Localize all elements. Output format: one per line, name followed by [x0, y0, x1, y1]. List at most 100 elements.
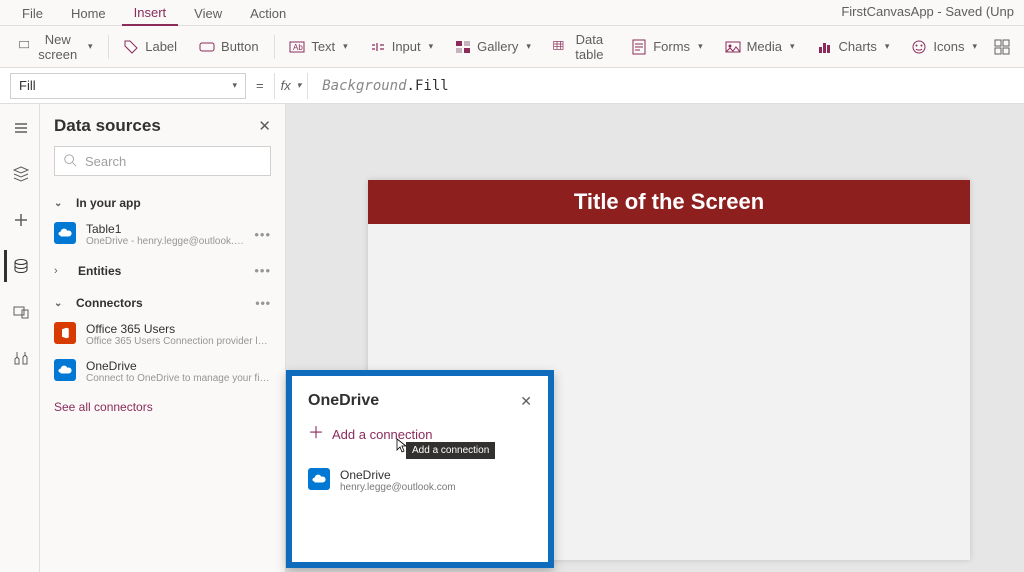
- input-icon: [370, 39, 386, 55]
- grid-button[interactable]: [990, 34, 1014, 60]
- data-item-table1[interactable]: Table1 OneDrive - henry.legge@outlook.co…: [40, 216, 285, 253]
- section-label: Entities: [78, 264, 121, 278]
- plus-icon: ＋: [308, 426, 324, 442]
- onedrive-icon: [308, 468, 330, 490]
- gallery-icon: [455, 39, 471, 55]
- chevron-down-icon: ▾: [343, 41, 348, 52]
- menu-insert[interactable]: Insert: [122, 1, 179, 26]
- ribbon: New screen ▾ Label Button Ab Text ▾ Inpu…: [0, 26, 1024, 68]
- rail-layers-icon[interactable]: [4, 158, 36, 190]
- chevron-down-icon: ▾: [429, 41, 434, 52]
- formula-input[interactable]: Background.Fill: [316, 78, 1014, 94]
- section-label: Connectors: [76, 296, 143, 310]
- media-button[interactable]: Media ▾: [716, 34, 804, 60]
- input-button[interactable]: Input ▾: [361, 34, 442, 60]
- rail-hamburger[interactable]: [4, 112, 36, 144]
- rail-devices-icon[interactable]: [4, 296, 36, 328]
- chevron-down-icon: ▾: [297, 80, 302, 91]
- more-icon[interactable]: •••: [254, 227, 271, 242]
- add-connection-button[interactable]: ＋ Add a connection Add a connection: [308, 426, 532, 442]
- chevron-down-icon: ▾: [88, 41, 93, 52]
- item-sub: henry.legge@outlook.com: [340, 482, 456, 493]
- button-control-button[interactable]: Button: [190, 34, 268, 60]
- data-sources-title: Data sources: [54, 116, 161, 136]
- connector-onedrive[interactable]: OneDrive Connect to OneDrive to manage y…: [40, 353, 285, 390]
- chevron-down-icon: ▾: [972, 41, 977, 52]
- close-icon[interactable]: ✕: [520, 393, 532, 410]
- rail-data-icon[interactable]: [4, 250, 36, 282]
- item-sub: OneDrive - henry.legge@outlook.com: [86, 236, 244, 247]
- icons-icon: [911, 39, 927, 55]
- charts-button[interactable]: Charts ▾: [808, 34, 899, 60]
- chevron-down-icon: ⌄: [54, 198, 68, 209]
- button-text: Button: [221, 39, 259, 54]
- forms-label: Forms: [653, 39, 690, 54]
- icons-label: Icons: [933, 39, 964, 54]
- chevron-right-icon: ›: [54, 265, 68, 277]
- menu-file[interactable]: File: [10, 2, 55, 25]
- more-icon[interactable]: •••: [255, 296, 271, 310]
- more-icon[interactable]: •••: [254, 263, 271, 278]
- button-icon: [199, 39, 215, 55]
- menu-action[interactable]: Action: [238, 2, 298, 25]
- connector-office365[interactable]: Office 365 Users Office 365 Users Connec…: [40, 316, 285, 353]
- connection-item[interactable]: OneDrive henry.legge@outlook.com: [308, 468, 532, 493]
- item-name: OneDrive: [86, 359, 271, 373]
- search-input[interactable]: Search: [54, 146, 271, 176]
- chevron-down-icon: ▾: [698, 41, 703, 52]
- rail-tools-icon[interactable]: [4, 342, 36, 374]
- chevron-down-icon: ▾: [232, 80, 237, 91]
- rail-add-icon[interactable]: [4, 204, 36, 236]
- datatable-icon: [553, 39, 564, 55]
- text-label: Text: [311, 39, 335, 54]
- label-icon: [123, 39, 139, 55]
- label-button[interactable]: Label: [114, 34, 186, 60]
- add-connection-label: Add a connection: [332, 427, 432, 442]
- search-icon: [63, 153, 77, 170]
- media-label: Media: [747, 39, 782, 54]
- data-sources-pane: Data sources ✕ Search ⌄ In your app Tabl…: [40, 104, 286, 572]
- datatable-button[interactable]: Data table: [544, 27, 618, 67]
- icons-button[interactable]: Icons ▾: [902, 34, 986, 60]
- svg-text:Ab: Ab: [293, 43, 303, 52]
- property-selector[interactable]: Fill ▾: [10, 73, 246, 99]
- separator: [108, 35, 109, 59]
- charts-icon: [817, 39, 833, 55]
- chevron-down-icon: ⌄: [54, 298, 68, 309]
- item-name: Table1: [86, 222, 244, 236]
- app-title: FirstCanvasApp - Saved (Unp: [841, 4, 1014, 19]
- screen-icon: [19, 39, 29, 55]
- onedrive-icon: [54, 359, 76, 381]
- item-name: Office 365 Users: [86, 322, 271, 336]
- connection-flyout: OneDrive ✕ ＋ Add a connection Add a conn…: [286, 370, 554, 568]
- chevron-down-icon: ▾: [790, 41, 795, 52]
- formula-bar: Fill ▾ = fx ▾ Background.Fill: [0, 68, 1024, 104]
- input-label: Input: [392, 39, 421, 54]
- onedrive-icon: [54, 222, 76, 244]
- forms-button[interactable]: Forms ▾: [622, 34, 711, 60]
- equals-sign: =: [254, 78, 266, 93]
- left-rail: [0, 104, 40, 572]
- forms-icon: [631, 39, 647, 55]
- section-connectors[interactable]: ⌄ Connectors •••: [40, 288, 285, 316]
- fx-button[interactable]: fx ▾: [274, 73, 309, 99]
- close-icon[interactable]: ✕: [258, 117, 271, 135]
- formula-dot: .: [407, 78, 415, 94]
- new-screen-label: New screen: [35, 32, 80, 62]
- item-sub: Office 365 Users Connection provider let…: [86, 336, 271, 347]
- gallery-button[interactable]: Gallery ▾: [446, 34, 540, 60]
- formula-prop: Fill: [415, 78, 449, 94]
- see-all-connectors-link[interactable]: See all connectors: [40, 390, 285, 424]
- section-entities[interactable]: › Entities •••: [40, 253, 285, 288]
- section-in-your-app[interactable]: ⌄ In your app: [40, 188, 285, 216]
- datatable-label: Data table: [570, 32, 610, 62]
- menu-view[interactable]: View: [182, 2, 234, 25]
- flyout-title: OneDrive: [308, 392, 379, 410]
- text-button[interactable]: Ab Text ▾: [280, 34, 356, 60]
- media-icon: [725, 39, 741, 55]
- item-name: OneDrive: [340, 468, 456, 482]
- new-screen-button[interactable]: New screen ▾: [10, 27, 102, 67]
- chevron-down-icon: ▾: [526, 41, 531, 52]
- menu-home[interactable]: Home: [59, 2, 118, 25]
- charts-label: Charts: [839, 39, 877, 54]
